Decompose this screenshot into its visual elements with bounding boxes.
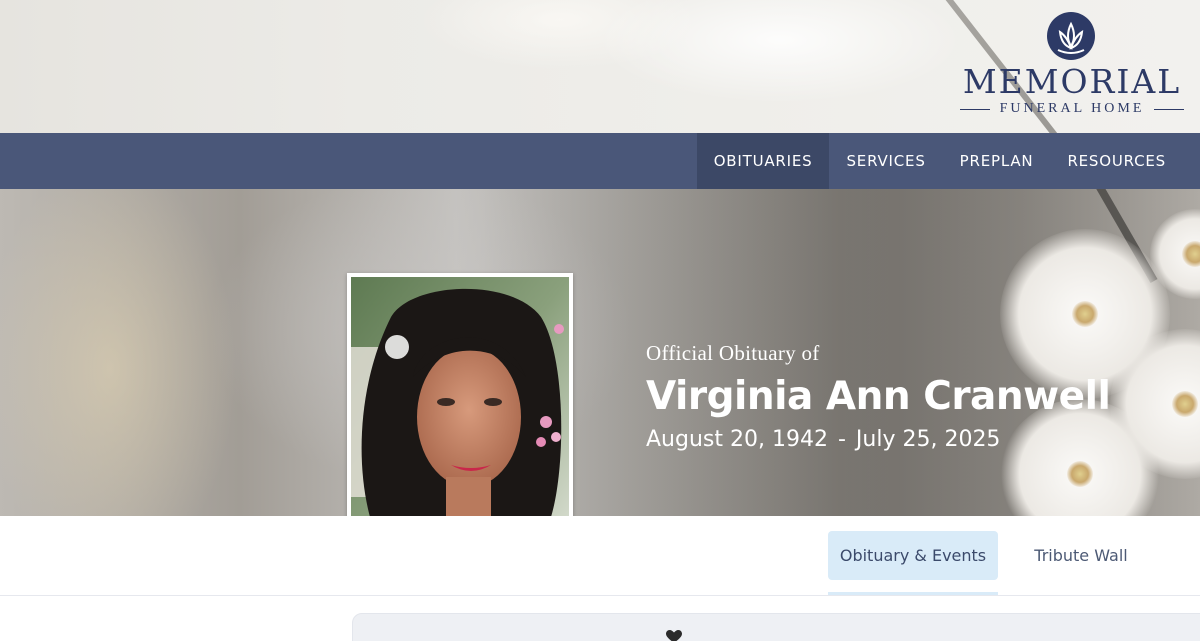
death-date: July 25, 2025: [855, 427, 1001, 452]
date-separator: -: [837, 427, 846, 452]
obituary-tabs: Obituary & Events Tribute Wall: [0, 516, 1200, 596]
site-logo[interactable]: MEMORIAL FUNERAL HOME: [957, 12, 1187, 122]
tab-tribute-wall[interactable]: Tribute Wall: [1014, 531, 1148, 580]
birth-date: August 20, 1942: [646, 427, 828, 452]
deceased-name: Virginia Ann Cranwell: [646, 374, 1111, 419]
hero-banner: Official Obituary of Virginia Ann Cranwe…: [0, 189, 1200, 516]
nav-item-preplan[interactable]: PREPLAN: [943, 133, 1051, 189]
life-dates: August 20, 1942- July 25, 2025: [646, 427, 1110, 452]
obituary-label: Official Obituary of: [646, 341, 820, 365]
brand-name: MEMORIAL: [962, 62, 1182, 101]
brand-subtitle: FUNERAL HOME: [999, 101, 1145, 116]
active-tab-indicator: [828, 592, 998, 595]
content-card: [352, 613, 1200, 641]
nav-item-resources[interactable]: RESOURCES: [1050, 133, 1183, 189]
header-banner: MEMORIAL FUNERAL HOME: [0, 0, 1200, 133]
main-nav: OBITUARIES SERVICES PREPLAN RESOURCES: [0, 133, 1200, 189]
nav-item-services[interactable]: SERVICES: [829, 133, 942, 189]
hero-text: Official Obituary of Virginia Ann Cranwe…: [646, 341, 1111, 452]
tab-obituary-events[interactable]: Obituary & Events: [828, 531, 998, 580]
nav-item-obituaries[interactable]: OBITUARIES: [696, 133, 830, 189]
brand-rule-right: [1154, 109, 1184, 110]
heart-icon: [666, 630, 682, 641]
lotus-leaf-icon: [1047, 12, 1095, 60]
